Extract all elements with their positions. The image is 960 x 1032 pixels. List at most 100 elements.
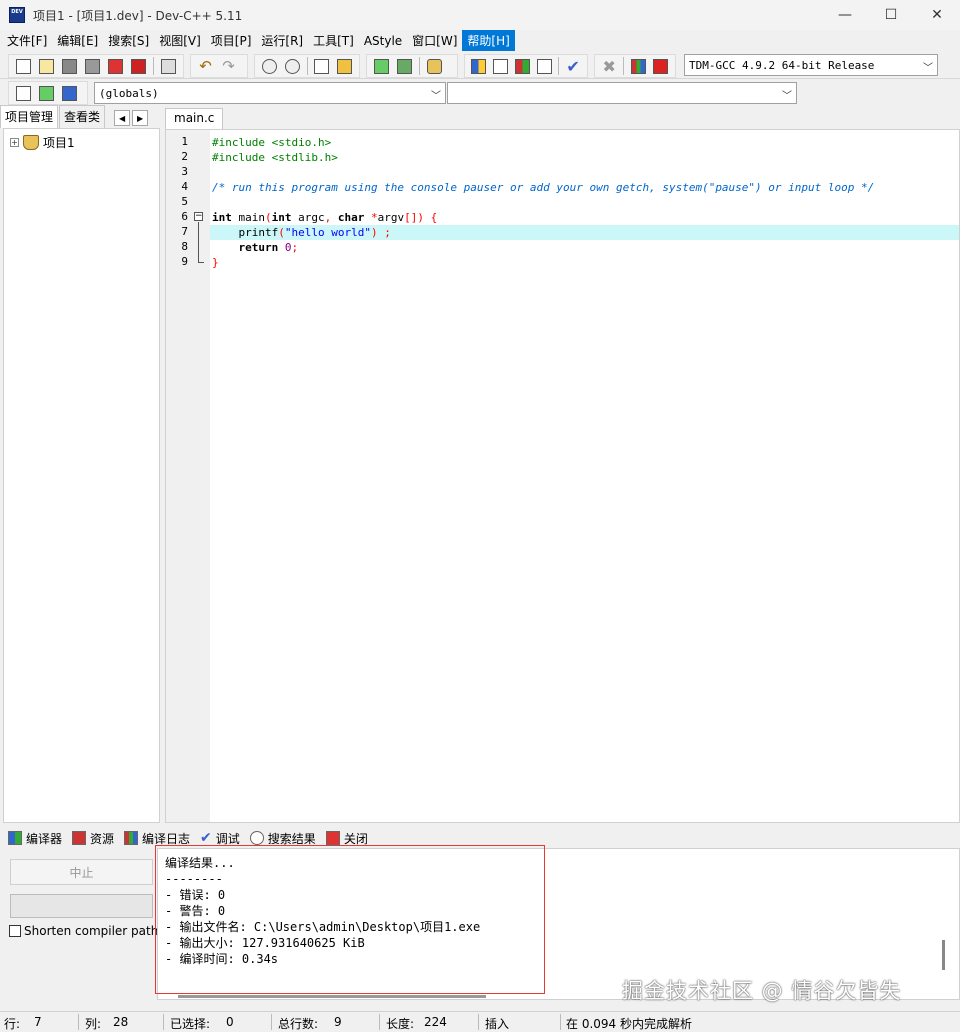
tab-close[interactable]: 关闭 <box>325 830 368 847</box>
chart-icon <box>630 58 646 74</box>
rebuild-all-button[interactable] <box>534 56 554 76</box>
save-all-icon <box>85 58 100 74</box>
print-icon <box>161 58 176 74</box>
tab-resources[interactable]: 资源 <box>72 830 114 847</box>
compile-button[interactable] <box>469 56 489 76</box>
menu-astyle[interactable]: AStyle <box>359 32 407 50</box>
shorten-paths-checkbox[interactable] <box>9 925 21 937</box>
close-button[interactable]: ✕ <box>914 0 960 30</box>
status-parse-time: 在 0.094 秒内完成解析 <box>566 1017 692 1031</box>
undo-button[interactable]: ↶ <box>195 56 216 76</box>
tab-compiler[interactable]: 编译器 <box>8 830 62 847</box>
project-options-button[interactable] <box>424 56 445 76</box>
compile-log-text: 编译结果... -------- - 错误: 0 - 警告: 0 - 输出文件名… <box>165 856 481 966</box>
print-button[interactable] <box>158 56 179 76</box>
menu-window[interactable]: 窗口[W] <box>407 30 462 51</box>
project-toolbar-group <box>366 54 458 78</box>
tab-class-browser[interactable]: 查看类 <box>59 105 106 128</box>
menu-view[interactable]: 视图[V] <box>154 30 206 51</box>
code-editor[interactable]: 1 2 3 4 5 6 7 8 9 − #include <stdio.h> #… <box>165 129 960 823</box>
status-row-label: 行: <box>4 1017 21 1031</box>
menu-project[interactable]: 项目[P] <box>206 30 257 51</box>
editor-tab-main-c[interactable]: main.c <box>165 108 224 129</box>
goto-bookmark-button[interactable] <box>59 83 80 103</box>
replace-button[interactable] <box>282 56 303 76</box>
code-token: { <box>424 211 438 224</box>
run-button[interactable] <box>491 56 511 76</box>
save-all-button[interactable] <box>82 56 103 76</box>
compile-run-button[interactable] <box>513 56 533 76</box>
new-file-button[interactable] <box>13 56 34 76</box>
tree-item-label: 项目1 <box>43 136 75 150</box>
menu-search[interactable]: 搜索[S] <box>103 30 154 51</box>
function-select[interactable]: ﹀ <box>447 82 797 104</box>
toggle-bookmark-button[interactable] <box>36 83 57 103</box>
redo-button[interactable]: ↷ <box>218 56 239 76</box>
expand-icon[interactable]: + <box>10 138 19 147</box>
code-line-7: printf("hello world") ; <box>212 225 390 240</box>
tab-scroll-right-button[interactable]: ▶ <box>132 110 149 126</box>
line-number: 1 <box>181 135 188 148</box>
tab-scroll-left-button[interactable]: ◀ <box>114 110 131 126</box>
close-file-icon <box>108 58 123 74</box>
tab-label: 编译日志 <box>142 831 191 846</box>
menu-edit[interactable]: 编辑[E] <box>52 30 103 51</box>
debug-toolbar-group: ✖ <box>594 54 676 78</box>
tab-compile-log[interactable]: 编译日志 <box>124 830 190 847</box>
save-icon <box>62 58 77 74</box>
goto-line-button[interactable] <box>334 56 355 76</box>
menu-help[interactable]: 帮助[H] <box>462 30 515 51</box>
find-button[interactable] <box>259 56 280 76</box>
insert-icon <box>16 85 31 101</box>
compile-icon <box>471 58 487 74</box>
maximize-button[interactable]: ☐ <box>868 0 914 30</box>
abort-button[interactable]: 中止 <box>10 859 153 885</box>
search-toolbar-group <box>254 54 360 78</box>
checkmark-icon: ✔ <box>200 830 212 846</box>
status-sel-label: 已选择: <box>170 1017 211 1031</box>
chart-icon <box>124 831 139 845</box>
compiler-select-value: TDM-GCC 4.9.2 64-bit Release <box>689 58 875 72</box>
minimize-button[interactable]: — <box>822 0 868 30</box>
fold-collapse-icon[interactable]: − <box>194 212 203 221</box>
shorten-compiler-paths[interactable]: Shorten compiler paths <box>9 924 165 938</box>
tab-label: 关闭 <box>343 831 368 846</box>
profile-button[interactable] <box>628 56 648 76</box>
vertical-scrollbar[interactable] <box>942 940 945 970</box>
menu-bar: 文件[F] 编辑[E] 搜索[S] 视图[V] 项目[P] 运行[R] 工具[T… <box>0 30 960 51</box>
tab-project-manager[interactable]: 项目管理 <box>0 105 59 128</box>
code-token: #include <stdlib.h> <box>212 151 338 164</box>
rebuild-all-icon <box>536 58 552 74</box>
arrow-left-icon: ◀ <box>118 113 126 123</box>
code-line-2: #include <stdlib.h> <box>212 150 338 165</box>
delete-profile-button[interactable] <box>651 56 671 76</box>
tree-item-project[interactable]: + 项目1 <box>10 134 75 151</box>
close-file-button[interactable] <box>105 56 126 76</box>
save-button[interactable] <box>59 56 80 76</box>
code-token: } <box>212 256 219 269</box>
close-all-button[interactable] <box>128 56 149 76</box>
code-token: int <box>271 211 292 224</box>
undo-icon: ↶ <box>199 57 212 75</box>
bookmark-toolbar-group <box>8 81 88 105</box>
tab-search-results[interactable]: 搜索结果 <box>249 830 316 847</box>
remove-from-project-button[interactable] <box>394 56 415 76</box>
scope-select[interactable]: (globals) ﹀ <box>94 82 446 104</box>
indent-button[interactable] <box>311 56 332 76</box>
menu-run[interactable]: 运行[R] <box>256 30 308 51</box>
watermark: 掘金技术社区 @ 情谷欠皆失 <box>622 979 902 1003</box>
syntax-check-button[interactable]: ✔ <box>563 56 583 76</box>
project-icon <box>23 135 39 150</box>
menu-tools[interactable]: 工具[T] <box>308 30 359 51</box>
horizontal-scrollbar[interactable] <box>178 995 486 998</box>
code-token: char <box>331 211 365 224</box>
stop-execution-button[interactable]: ✖ <box>599 56 619 76</box>
open-file-button[interactable] <box>36 56 57 76</box>
menu-file[interactable]: 文件[F] <box>2 30 52 51</box>
compiler-select[interactable]: TDM-GCC 4.9.2 64-bit Release ﹀ <box>684 54 938 76</box>
shorten-paths-label: Shorten compiler paths <box>24 924 165 938</box>
scope-select-value: (globals) <box>99 86 159 100</box>
tab-debug[interactable]: ✔ 调试 <box>200 830 240 847</box>
insert-button[interactable] <box>13 83 34 103</box>
add-to-project-button[interactable] <box>371 56 392 76</box>
